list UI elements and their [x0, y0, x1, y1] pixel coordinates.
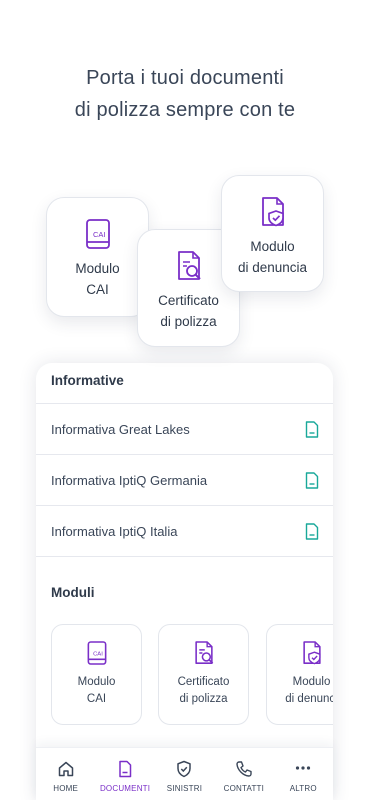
documents-panel: Informative Informativa Great Lakes Info…	[36, 363, 333, 800]
module-card-label: Modulo di denunci	[285, 676, 333, 705]
illustration-card-label: Modulo CAI	[75, 261, 120, 297]
module-card-modulo-denuncia[interactable]: Modulo di denunci	[266, 624, 333, 725]
illustration-card-modulo-denuncia: Modulo di denuncia	[221, 175, 324, 292]
tab-sinistri[interactable]: SINISTRI	[155, 748, 214, 793]
illustration-card-label: Certificato di polizza	[158, 293, 219, 329]
headline-line-2: di polizza sempre con te	[74, 99, 296, 121]
document-icon	[305, 471, 319, 489]
tab-documenti[interactable]: DOCUMENTI	[96, 748, 155, 793]
certificate-search-icon	[194, 641, 213, 665]
document-icon	[119, 760, 132, 778]
tab-label: HOME	[53, 784, 79, 793]
onboarding-headline: Porta i tuoi documenti di polizza sempre…	[0, 62, 370, 126]
list-item-label: Informativa Great Lakes	[51, 421, 190, 437]
shield-document-icon	[261, 197, 284, 227]
more-dots-icon	[296, 766, 311, 770]
home-icon	[58, 761, 73, 777]
list-item-label: Informativa IptiQ Italia	[51, 523, 178, 539]
headline-line-1: Porta i tuoi documenti	[86, 67, 284, 89]
cai-document-icon: CAI	[87, 641, 106, 665]
tab-label: SINISTRI	[166, 784, 203, 793]
document-icon	[305, 420, 319, 438]
module-card-modulo-cai[interactable]: CAI Modulo CAI	[51, 624, 142, 725]
tab-contatti[interactable]: CONTATTI	[214, 748, 273, 793]
shield-document-icon	[302, 641, 321, 665]
tab-label: ALTRO	[289, 784, 317, 793]
tab-label: CONTATTI	[223, 784, 265, 793]
document-icon	[305, 522, 319, 540]
list-item-label: Informativa IptiQ Germania	[51, 472, 208, 488]
cai-document-icon: CAI	[85, 219, 110, 249]
svg-text:CAI: CAI	[93, 230, 106, 239]
certificate-search-icon	[177, 251, 201, 280]
list-item[interactable]: Informativa Great Lakes	[36, 404, 333, 455]
tab-home[interactable]: HOME	[36, 748, 95, 793]
module-card-label: Certificato di polizza	[177, 676, 230, 705]
informative-list: Informativa Great Lakes Informativa Ipti…	[36, 403, 333, 557]
list-item[interactable]: Informativa IptiQ Italia	[36, 506, 333, 557]
tab-label: DOCUMENTI	[99, 784, 151, 793]
bottom-tab-bar: HOME DOCUMENTI SINISTRI CONTATTI ALTRO	[36, 747, 333, 800]
shield-icon	[177, 760, 192, 778]
tab-altro[interactable]: ALTRO	[274, 748, 333, 793]
module-card-certificato[interactable]: Certificato di polizza	[158, 624, 249, 725]
illustration-card-modulo-cai: CAI Modulo CAI	[46, 197, 149, 317]
section-title-moduli: Moduli	[51, 585, 95, 600]
list-item[interactable]: Informativa IptiQ Germania	[36, 455, 333, 506]
svg-text:CAI: CAI	[93, 651, 103, 657]
illustration-card-label: Modulo di denuncia	[237, 239, 308, 275]
phone-icon	[236, 761, 252, 777]
module-card-label: Modulo CAI	[77, 676, 116, 705]
section-title-informative: Informative	[51, 373, 124, 388]
moduli-carousel[interactable]: CAI Modulo CAI Certificato di polizza Mo…	[51, 624, 333, 725]
